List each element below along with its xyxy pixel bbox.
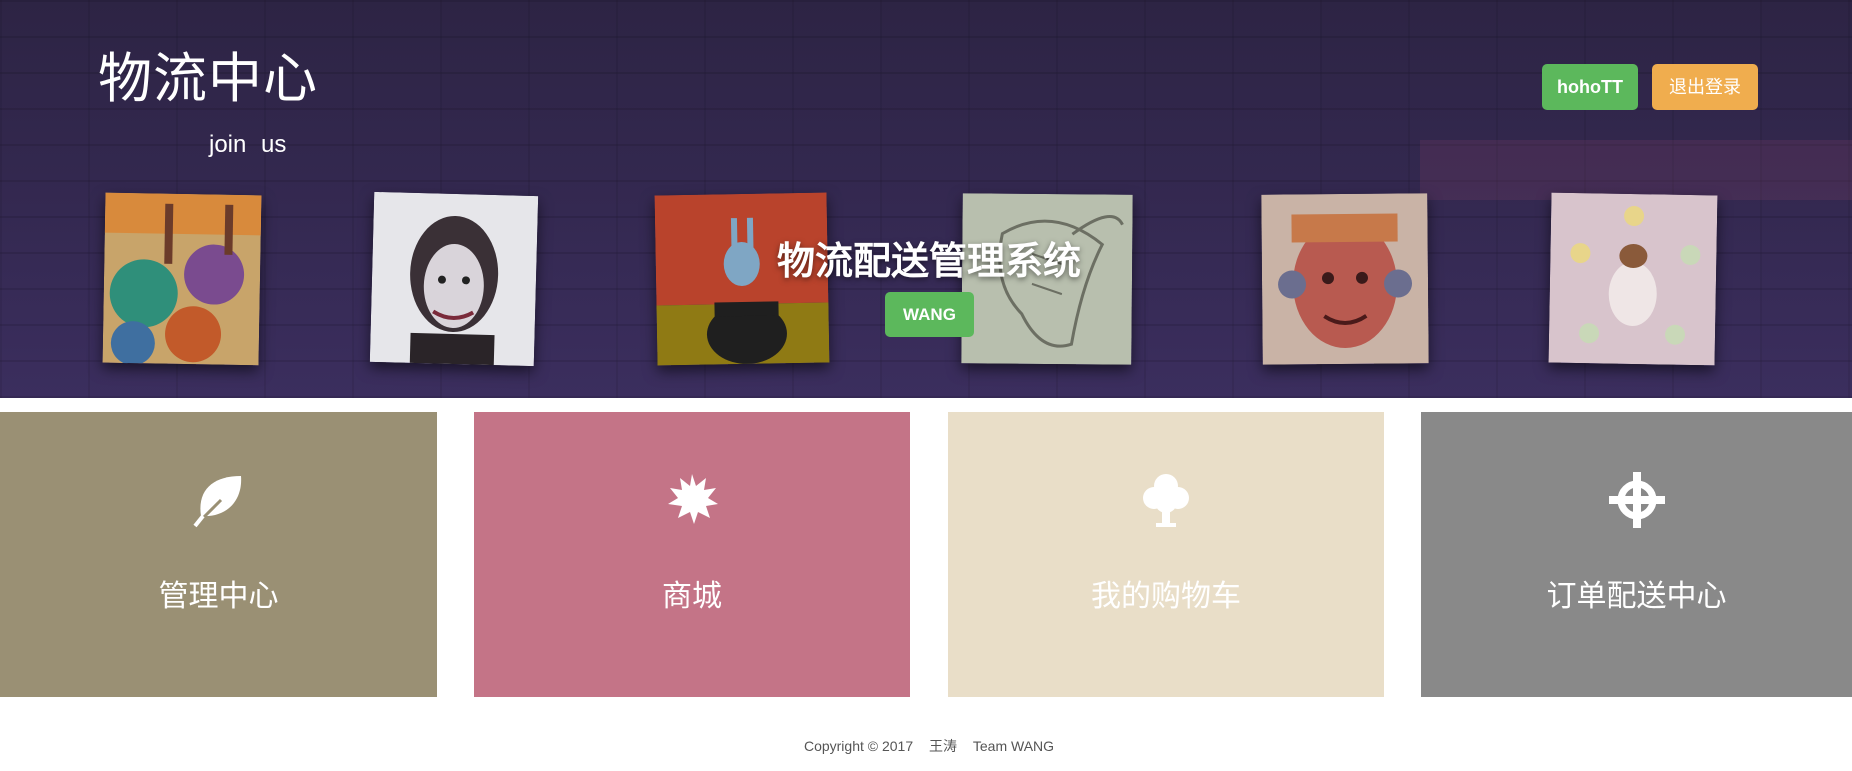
tile-mall[interactable]: 商城: [474, 412, 910, 697]
crosshair-icon: [1608, 472, 1665, 528]
site-brand[interactable]: 物流中心: [98, 46, 318, 112]
tile-shopping-cart[interactable]: 我的购物车: [948, 412, 1384, 697]
logout-button[interactable]: 退出登录: [1652, 64, 1758, 110]
tile-order-delivery-center[interactable]: 订单配送中心: [1421, 412, 1852, 697]
starburst-icon: [664, 472, 720, 528]
author-name: 王涛: [929, 738, 957, 754]
wang-button[interactable]: WANG: [885, 292, 974, 337]
background-haze: [1420, 140, 1852, 200]
user-button[interactable]: hohoTT: [1542, 64, 1638, 110]
copyright-text: Copyright © 2017: [803, 738, 914, 754]
tagline: join us: [209, 131, 287, 158]
leaf-icon: [191, 472, 247, 528]
footer: Copyright © 2017 王涛 Team WANG: [0, 736, 1852, 756]
tile-label: 商城: [662, 580, 722, 613]
tile-label: 管理中心: [158, 580, 279, 613]
feature-tiles: 管理中心 商城 我的购物车 订单配送中心: [0, 412, 1852, 697]
tile-label: 订单配送中心: [1546, 580, 1727, 613]
tile-management-center[interactable]: 管理中心: [0, 412, 437, 697]
team-name: Team WANG: [972, 738, 1055, 754]
tile-label: 我的购物车: [1091, 580, 1241, 613]
tree-icon: [1138, 472, 1194, 528]
hero-title: 物流配送管理系统: [776, 241, 1081, 283]
hero-banner: 物流中心 join us hohoTT 退出登录 物流配送管理系统 WANG: [0, 0, 1852, 398]
